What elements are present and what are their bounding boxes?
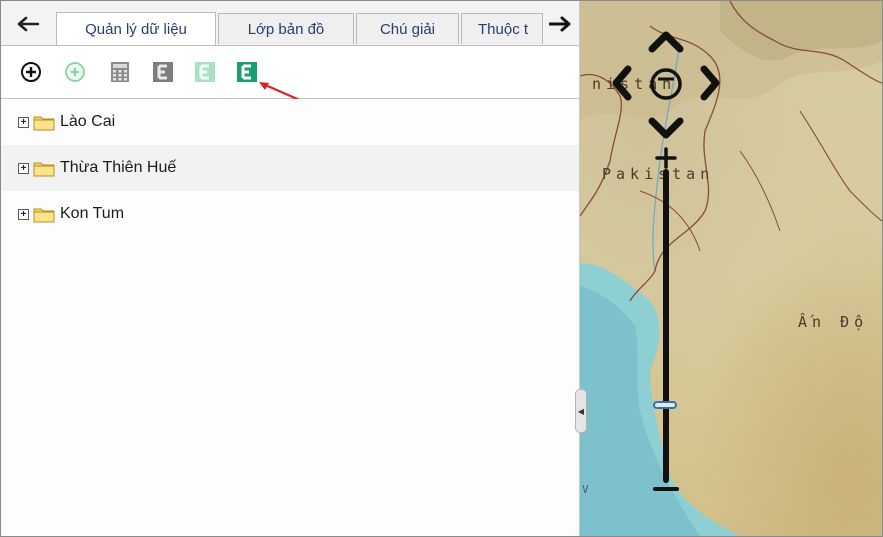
tab-legend[interactable]: Chú giải bbox=[356, 13, 459, 44]
zoom-in-icon bbox=[655, 147, 677, 169]
tree-item-thua-thien-hue[interactable]: + Thừa Thiên Huế bbox=[1, 145, 579, 191]
calculator-button[interactable] bbox=[108, 60, 132, 84]
arrow-left-icon bbox=[17, 16, 39, 32]
tab-attributes[interactable]: Thuộc t bbox=[461, 13, 543, 44]
export-gray-button[interactable] bbox=[151, 60, 175, 84]
add-layer-button[interactable] bbox=[19, 60, 43, 84]
pan-control bbox=[612, 31, 720, 139]
zoom-in-button[interactable] bbox=[654, 147, 678, 169]
pan-up-icon[interactable] bbox=[648, 31, 684, 53]
expand-icon[interactable]: + bbox=[18, 162, 29, 174]
zoom-slider-track[interactable] bbox=[663, 169, 669, 483]
pan-center-icon[interactable] bbox=[650, 68, 682, 100]
tab-scroll-right-button[interactable] bbox=[547, 13, 573, 35]
tab-scroll-left-button[interactable] bbox=[15, 13, 41, 35]
expand-icon[interactable]: + bbox=[18, 116, 29, 128]
add-circle-icon bbox=[65, 62, 85, 82]
folder-icon bbox=[33, 208, 55, 222]
export-e-icon bbox=[195, 62, 215, 82]
data-panel: Quản lý dữ liệu Lớp bản đồ Chú giải Thuộ… bbox=[1, 1, 580, 536]
map-view[interactable]: nistan Pakistan Ấn Độ V bbox=[580, 1, 882, 536]
tree-item-label: Thừa Thiên Huế bbox=[60, 159, 177, 176]
tree-item-lao-cai[interactable]: + Lào Cai bbox=[1, 99, 579, 145]
pan-down-icon[interactable] bbox=[648, 117, 684, 139]
add-item-button[interactable] bbox=[63, 60, 87, 84]
export-e-icon bbox=[153, 62, 173, 82]
export-light-green-button[interactable] bbox=[193, 60, 217, 84]
pan-left-icon[interactable] bbox=[612, 65, 632, 101]
zoom-slider-thumb[interactable] bbox=[653, 400, 677, 409]
tab-map-layers[interactable]: Lớp bản đồ bbox=[218, 13, 354, 44]
map-label-edge: V bbox=[582, 483, 589, 496]
folder-icon bbox=[33, 116, 55, 130]
arrow-right-icon bbox=[549, 16, 571, 32]
map-label-india: Ấn Độ bbox=[798, 313, 869, 331]
add-circle-icon bbox=[21, 62, 41, 82]
folder-icon bbox=[33, 162, 55, 176]
calculator-icon bbox=[111, 62, 129, 82]
tab-bar: Quản lý dữ liệu Lớp bản đồ Chú giải Thuộ… bbox=[1, 1, 579, 46]
zoom-out-icon bbox=[653, 487, 679, 491]
pan-right-icon[interactable] bbox=[700, 65, 720, 101]
expand-icon[interactable]: + bbox=[18, 208, 29, 220]
tab-data-management[interactable]: Quản lý dữ liệu bbox=[56, 12, 216, 45]
panel-collapse-handle[interactable]: ◀ bbox=[575, 389, 587, 433]
tree-item-label: Kon Tum bbox=[60, 205, 125, 222]
zoom-out-button[interactable] bbox=[652, 481, 680, 497]
tree-item-label: Lào Cai bbox=[60, 113, 116, 130]
tree-item-kon-tum[interactable]: + Kon Tum bbox=[1, 191, 579, 237]
app-window: Quản lý dữ liệu Lớp bản đồ Chú giải Thuộ… bbox=[0, 0, 883, 537]
layer-tree: + Lào Cai + Thừa Thiên Huế + Kon Tum bbox=[1, 99, 579, 536]
